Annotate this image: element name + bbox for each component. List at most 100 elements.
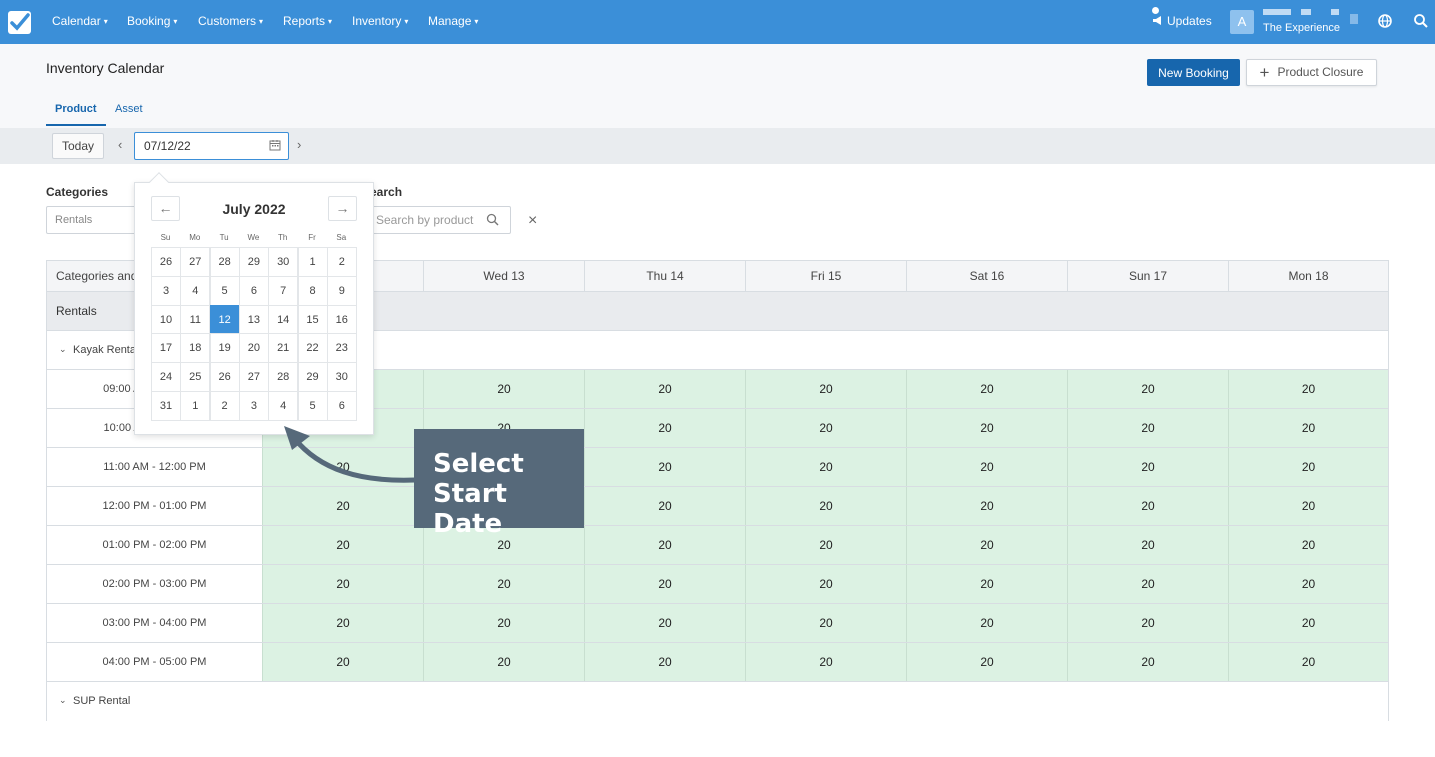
availability-cell[interactable]: 20	[584, 409, 745, 447]
availability-cell[interactable]: 20	[584, 370, 745, 408]
availability-cell[interactable]: 20	[1228, 448, 1388, 486]
nav-manage[interactable]: Manage ▾	[428, 14, 478, 28]
availability-cell[interactable]: 20	[1228, 565, 1388, 603]
updates-button[interactable]: Updates	[1152, 7, 1212, 28]
calendar-icon[interactable]	[269, 139, 281, 151]
nav-booking[interactable]: Booking ▾	[127, 14, 177, 28]
calendar-day[interactable]: 3	[238, 391, 269, 421]
nav-customers[interactable]: Customers ▾	[198, 14, 263, 28]
availability-cell[interactable]: 20	[584, 565, 745, 603]
availability-cell[interactable]: 20	[1228, 370, 1388, 408]
availability-cell[interactable]: 20	[1067, 409, 1228, 447]
calendar-day[interactable]: 26	[151, 247, 181, 277]
calendar-day[interactable]: 12	[209, 304, 240, 335]
calendar-day[interactable]: 17	[151, 333, 181, 364]
availability-cell[interactable]: 20	[906, 565, 1067, 603]
availability-cell[interactable]: 20	[1228, 643, 1388, 681]
availability-cell[interactable]: 20	[745, 526, 906, 564]
availability-cell[interactable]: 20	[262, 565, 423, 603]
calendar-day[interactable]: 26	[209, 362, 240, 393]
account-name[interactable]: The Experience	[1263, 22, 1340, 34]
calendar-day[interactable]: 9	[326, 275, 357, 306]
availability-cell[interactable]: 20	[1067, 448, 1228, 486]
calendar-day[interactable]: 24	[151, 362, 181, 393]
avatar[interactable]: A	[1230, 10, 1254, 34]
product-closure-button[interactable]: + Product Closure	[1246, 59, 1377, 86]
availability-cell[interactable]: 20	[1067, 487, 1228, 525]
new-booking-button[interactable]: New Booking	[1147, 59, 1240, 86]
calendar-day[interactable]: 2	[326, 247, 357, 277]
availability-cell[interactable]: 20	[1228, 526, 1388, 564]
calendar-day[interactable]: 2	[209, 391, 240, 421]
product-row-sup[interactable]: ⌄ SUP Rental	[47, 682, 1388, 721]
tab-asset[interactable]: Asset	[115, 103, 143, 115]
calendar-day[interactable]: 11	[180, 304, 211, 335]
nav-inventory[interactable]: Inventory ▾	[352, 14, 408, 28]
calendar-day[interactable]: 25	[180, 362, 211, 393]
calendar-day[interactable]: 13	[238, 304, 269, 335]
availability-cell[interactable]: 20	[1067, 643, 1228, 681]
availability-cell[interactable]: 20	[423, 370, 584, 408]
calendar-day[interactable]: 27	[180, 247, 211, 277]
calendar-day[interactable]: 3	[151, 275, 181, 306]
availability-cell[interactable]: 20	[1067, 604, 1228, 642]
availability-cell[interactable]: 20	[262, 487, 423, 525]
calendar-day[interactable]: 4	[268, 391, 299, 421]
calendar-day[interactable]: 20	[238, 333, 269, 364]
chevron-down-icon[interactable]: ⌄	[59, 695, 67, 706]
availability-cell[interactable]: 20	[584, 643, 745, 681]
availability-cell[interactable]: 20	[745, 370, 906, 408]
availability-cell[interactable]: 20	[1067, 565, 1228, 603]
nav-reports[interactable]: Reports ▾	[283, 14, 332, 28]
availability-cell[interactable]: 20	[1228, 487, 1388, 525]
prev-month-icon[interactable]: ←	[151, 196, 180, 221]
nav-calendar[interactable]: Calendar ▾	[52, 14, 108, 28]
availability-cell[interactable]: 20	[584, 448, 745, 486]
globe-icon[interactable]	[1377, 13, 1393, 29]
availability-cell[interactable]: 20	[906, 487, 1067, 525]
calendar-day[interactable]: 21	[268, 333, 299, 364]
next-month-icon[interactable]: →	[328, 196, 357, 221]
availability-cell[interactable]: 20	[745, 448, 906, 486]
categories-select[interactable]: Rentals	[46, 206, 146, 234]
availability-cell[interactable]: 20	[584, 526, 745, 564]
calendar-day[interactable]: 4	[180, 275, 211, 306]
calendar-day[interactable]: 28	[209, 247, 240, 277]
calendar-day[interactable]: 8	[297, 275, 328, 306]
calendar-day[interactable]: 18	[180, 333, 211, 364]
availability-cell[interactable]: 20	[906, 643, 1067, 681]
availability-cell[interactable]: 20	[906, 370, 1067, 408]
search-icon[interactable]	[1413, 13, 1429, 29]
availability-cell[interactable]: 20	[745, 409, 906, 447]
availability-cell[interactable]: 20	[584, 487, 745, 525]
availability-cell[interactable]: 20	[906, 604, 1067, 642]
calendar-day[interactable]: 5	[297, 391, 328, 421]
calendar-day[interactable]: 31	[151, 391, 181, 421]
availability-cell[interactable]: 20	[745, 565, 906, 603]
availability-cell[interactable]: 20	[745, 643, 906, 681]
next-date-icon[interactable]: ›	[297, 137, 301, 152]
chevron-down-icon[interactable]: ⌄	[59, 344, 67, 355]
availability-cell[interactable]: 20	[745, 487, 906, 525]
availability-cell[interactable]: 20	[262, 643, 423, 681]
calendar-day[interactable]: 16	[326, 304, 357, 335]
calendar-day[interactable]: 10	[151, 304, 181, 335]
availability-cell[interactable]: 20	[423, 643, 584, 681]
calendar-day[interactable]: 15	[297, 304, 328, 335]
tab-product[interactable]: Product	[55, 103, 97, 115]
calendar-day[interactable]: 19	[209, 333, 240, 364]
calendar-day[interactable]: 6	[326, 391, 357, 421]
calendar-day[interactable]: 29	[297, 362, 328, 393]
availability-cell[interactable]: 20	[1228, 604, 1388, 642]
availability-cell[interactable]: 20	[423, 565, 584, 603]
availability-cell[interactable]: 20	[906, 409, 1067, 447]
availability-cell[interactable]: 20	[584, 604, 745, 642]
calendar-day[interactable]: 7	[268, 275, 299, 306]
calendar-day[interactable]: 30	[268, 247, 299, 277]
calendar-day[interactable]: 27	[238, 362, 269, 393]
date-input[interactable]	[134, 132, 289, 160]
calendar-day[interactable]: 1	[297, 247, 328, 277]
availability-cell[interactable]: 20	[906, 526, 1067, 564]
prev-date-icon[interactable]: ‹	[118, 137, 122, 152]
availability-cell[interactable]: 20	[906, 448, 1067, 486]
